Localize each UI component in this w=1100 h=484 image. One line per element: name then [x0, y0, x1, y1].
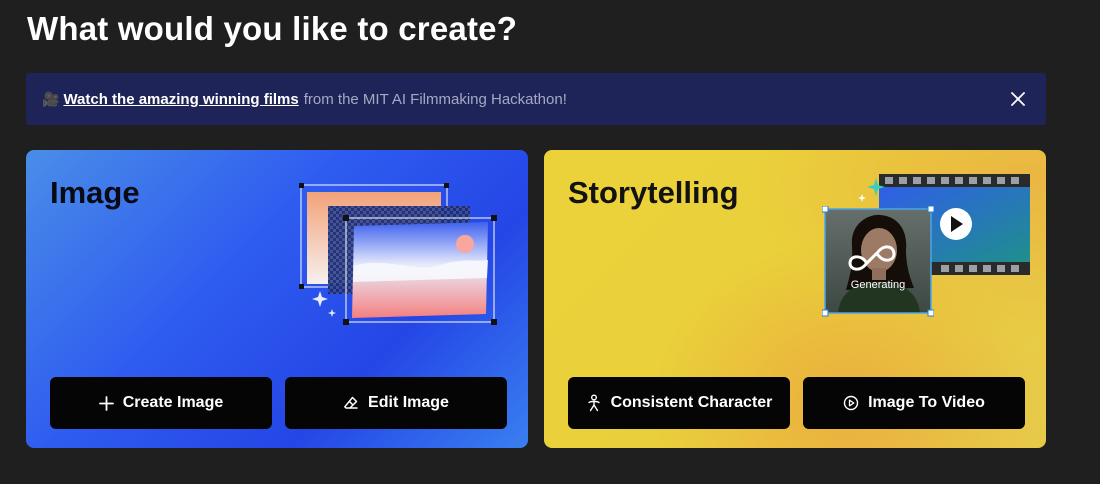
close-banner-button[interactable]	[1006, 87, 1030, 111]
page-title: What would you like to create?	[27, 10, 518, 47]
film-camera-icon: 🎥	[42, 90, 60, 107]
close-icon	[1011, 92, 1025, 106]
image-illustration	[299, 183, 497, 325]
plus-icon	[98, 395, 114, 411]
edit-image-label: Edit Image	[368, 394, 449, 411]
create-image-button[interactable]: Create Image	[50, 377, 272, 429]
eraser-icon	[344, 396, 358, 409]
consistent-character-button[interactable]: Consistent Character	[568, 377, 790, 429]
image-card: Image Create Image Edit Image	[26, 150, 528, 448]
storytelling-card-title: Storytelling	[568, 175, 739, 210]
character-photo	[822, 206, 934, 317]
play-circle-icon	[843, 395, 859, 411]
storytelling-card: Storytelling Generating Consistent Chara…	[544, 150, 1046, 448]
watch-films-link[interactable]: Watch the amazing winning films	[63, 91, 298, 108]
person-icon	[587, 394, 600, 412]
image-card-title: Image	[50, 175, 140, 210]
generating-label: Generating	[850, 279, 906, 291]
announcement-banner: 🎥 Watch the amazing winning films from t…	[26, 73, 1046, 125]
create-image-label: Create Image	[122, 394, 224, 411]
image-to-video-button[interactable]: Image To Video	[803, 377, 1025, 429]
consistent-character-label: Consistent Character	[610, 394, 773, 411]
banner-text: from the MIT AI Filmmaking Hackathon!	[303, 90, 567, 108]
edit-image-button[interactable]: Edit Image	[285, 377, 507, 429]
image-to-video-label: Image To Video	[868, 394, 985, 411]
